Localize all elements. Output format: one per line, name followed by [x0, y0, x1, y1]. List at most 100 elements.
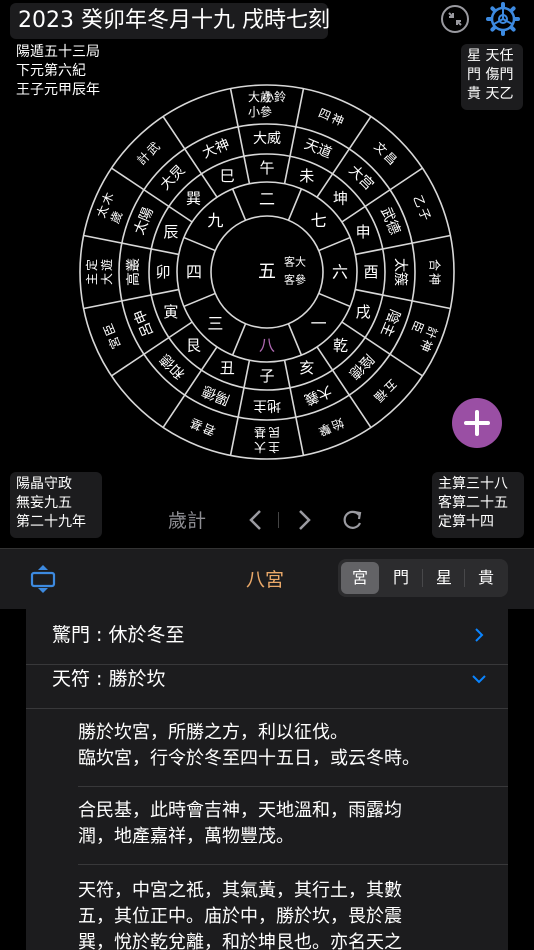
branch-label: 申 — [356, 223, 371, 241]
chevron-right-icon[interactable] — [290, 504, 318, 536]
divider — [422, 569, 423, 587]
bottom-right-info: 主算三十八 客算二十五 定算十四 — [432, 472, 524, 538]
outer-cell: 宮臣 — [101, 321, 124, 351]
deity-label: 太陽 — [131, 205, 156, 237]
branch-label: 酉 — [363, 263, 378, 281]
outer-label: 歲 — [108, 209, 126, 225]
outer-cell: 文昌 — [371, 139, 399, 168]
chevron-down-icon — [472, 675, 486, 684]
divider — [464, 569, 465, 587]
deity-label: 天道 — [302, 136, 334, 161]
segment-gate[interactable]: 門 — [382, 562, 420, 594]
paragraph-line: 巽，悅於乾兌離，和於坤艮也。亦名天之 — [78, 932, 402, 950]
mode-label[interactable]: 歲計 — [168, 506, 206, 533]
inner-ring-number: 八 — [259, 336, 275, 355]
segmented-control: 宮 門 星 貴 — [338, 559, 508, 597]
ring-divider — [231, 188, 247, 221]
palace-title: 八宮 — [246, 569, 285, 591]
paragraph-line: 天符，中宮之祇，其氣黃，其行土，其數 — [78, 880, 402, 901]
info-line: 陽晶守政 — [16, 476, 72, 492]
outer-label: 擊 — [316, 421, 333, 439]
branch-label: 未 — [299, 167, 314, 185]
ring-divider — [183, 236, 216, 252]
outer-label: 主 — [85, 273, 99, 285]
outer-cell: 大歲小鈴小參 — [248, 89, 286, 119]
outer-label: 神 — [329, 111, 345, 129]
outer-label: 小參 — [248, 104, 272, 119]
deity-label: 武德 — [377, 205, 402, 237]
branch-label: 巳 — [220, 167, 235, 185]
outer-cell: 君基 — [188, 415, 217, 438]
branch-label: 丑 — [220, 359, 235, 377]
inner-ring-number: 七 — [311, 211, 327, 230]
paragraph-line: 臨坎宮，行令於冬至四十五日，或云冬時。 — [78, 748, 420, 769]
center-side-label: 客參 — [284, 273, 306, 287]
outer-label: 合 — [428, 259, 443, 271]
outer-label: 民 — [268, 425, 280, 439]
ring-divider — [318, 292, 351, 308]
paragraph: 天符，中宮之祇，其氣黃，其行土，其數 五，其位正中。庙於中，勝於坎，畏於震 巽，… — [78, 878, 498, 950]
outer-label: 小鈴 — [262, 89, 286, 104]
inner-ring-number: 三 — [207, 314, 223, 333]
info-line: 客算二十五 — [438, 495, 508, 511]
deity-label: 大威 — [253, 131, 281, 147]
row-label: 天符 : 勝於坎 — [52, 668, 166, 690]
segment-palace[interactable]: 宮 — [341, 562, 379, 594]
paragraph: 合民基，此時會吉神，天地溫和，雨露均 潤，地產嘉祥，萬物豐茂。 — [78, 798, 498, 850]
expand-toggle-icon[interactable] — [28, 563, 58, 595]
center-number: 五 — [258, 262, 276, 283]
detail-panel: 驚門 : 休於冬至 天符 : 勝於坎 勝於坎宮，所勝之方，利以征伐。 臨坎宮，行… — [26, 608, 508, 950]
branch-label: 亥 — [299, 359, 314, 377]
branch-label: 午 — [259, 159, 274, 177]
branch-label: 巽 — [186, 189, 201, 207]
inner-ring-number: 六 — [332, 263, 348, 282]
add-button[interactable] — [452, 398, 502, 448]
refresh-icon[interactable] — [338, 504, 366, 536]
list-item[interactable]: 天符 : 勝於坎 — [26, 652, 508, 709]
segment-star[interactable]: 星 — [425, 562, 463, 594]
paragraph-line: 五，其位正中。庙於中，勝於坎，畏於震 — [78, 906, 402, 927]
outer-cell: 計神臣 — [409, 319, 441, 354]
ring-divider — [183, 292, 216, 308]
divider — [78, 786, 508, 787]
deity-label: 呂申 — [131, 307, 156, 339]
ring-divider — [287, 188, 303, 221]
info-line: 第二十九年 — [16, 514, 86, 530]
paragraph-line: 合民基，此時會吉神，天地溫和，雨露均 — [78, 800, 402, 821]
outer-cell: 計武 — [134, 139, 163, 167]
outer-cell: 太木歲 — [93, 190, 126, 225]
branch-label: 戌 — [356, 303, 371, 321]
paragraph-line: 潤，地產嘉祥，萬物豐茂。 — [78, 826, 294, 847]
chevron-left-icon[interactable] — [242, 504, 270, 536]
branch-label: 辰 — [163, 223, 178, 241]
deity-label: 陰主 — [377, 307, 402, 339]
center-side-label: 客大 — [284, 255, 306, 269]
outer-label: 主 — [268, 440, 280, 454]
outer-label: 神 — [428, 273, 442, 285]
info-line: 無妄九五 — [16, 495, 72, 511]
deity-label: 陽德 — [200, 382, 232, 407]
deity-label: 大義 — [302, 382, 334, 408]
chevron-right-icon — [475, 628, 484, 642]
segment-noble[interactable]: 貴 — [467, 562, 505, 594]
branch-label: 卯 — [155, 263, 170, 281]
deity-label: 大神 — [200, 136, 232, 161]
outer-cell: 主定大遊 — [84, 259, 114, 285]
outer-label: 遊 — [99, 259, 114, 271]
outer-label: 大 — [100, 273, 114, 285]
deity-label: 高叢 — [125, 258, 142, 286]
outer-cell: 始擊 — [316, 415, 345, 439]
outer-cell: 四神 — [316, 106, 345, 129]
qimen-wheel[interactable]: 五客大客參二七六一八三四九午 未坤申酉戌乾亥子丑艮寅卯辰巽巳大威 天道大宫武德太簇陰… — [0, 0, 534, 545]
row-label: 驚門 : 休於冬至 — [52, 624, 185, 646]
deity-label: 地主 — [253, 397, 281, 413]
info-line: 主算三十八 — [438, 476, 508, 492]
divider — [278, 512, 279, 528]
outer-label: 神 — [417, 337, 435, 353]
inner-ring-number: 一 — [311, 314, 327, 333]
inner-ring-number: 四 — [186, 263, 202, 282]
outer-label: 臣 — [409, 319, 427, 335]
divider — [78, 864, 508, 865]
branch-label: 乾 — [333, 337, 348, 355]
outer-label: 大 — [254, 440, 266, 454]
